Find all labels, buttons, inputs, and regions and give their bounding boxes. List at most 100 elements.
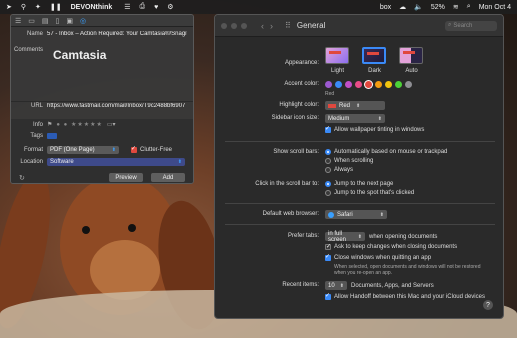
scroll-option-always[interactable]: Always [325,167,353,173]
settings-icon[interactable]: ◎ [80,17,86,25]
minimize-window-button[interactable] [231,22,237,29]
menubar-app-name[interactable]: DEVONthink [71,4,113,11]
print-icon[interactable]: ⎙ [140,3,146,11]
accent-color-swatch[interactable] [385,81,392,88]
grid-icon[interactable]: ⠿ [285,21,291,30]
add-button[interactable]: Add [151,173,185,182]
back-arrow-icon[interactable]: ‹ [261,21,264,31]
url-field[interactable]: https://www.fastmail.com/mail/Inbox/T9c2… [47,103,187,109]
tags-field[interactable] [47,133,57,139]
default-browser-popup[interactable]: Safari ⬍ [325,210,387,219]
search-input[interactable]: ⌕ Search [445,20,497,31]
radio-icon [325,167,331,173]
search-icon[interactable]: ⌕ [467,3,471,11]
appearance-auto-thumb[interactable] [399,47,423,64]
appearance-light-thumb[interactable] [325,47,349,64]
prefer-tabs-popup[interactable]: in full screen ⬍ [325,230,365,243]
checkbox-checked-icon [325,253,331,261]
highlight-color-popup[interactable]: Red ⬍ [325,101,385,110]
bookmark-icon[interactable]: ▭ [28,17,35,25]
scroll-option-auto-label: Automatically based on mouse or trackpad [334,149,448,155]
appearance-dark-label: Dark [368,68,381,74]
color-swatch-icon [328,103,336,108]
radio-icon [325,158,331,164]
highlight-row: Red ⬍ [325,101,389,110]
recent-items-row: 10 ⬍ Documents, Apps, and Servers [325,281,434,290]
gear-icon[interactable]: ⚙ [167,3,173,11]
sidebar-icon-size-popup[interactable]: Medium ⬍ [325,114,385,123]
accent-color-swatch[interactable] [345,81,352,88]
accent-swatches [325,81,415,88]
accent-color-swatch[interactable] [405,81,412,88]
accent-color-swatch[interactable] [365,81,372,88]
window-title: General [296,21,326,30]
accent-color-swatch[interactable] [325,81,332,88]
name-row: Name 57 - Inbox – Action Required: Your … [11,31,193,37]
cloud-icon[interactable]: ☁ [399,3,406,11]
accent-color-swatch[interactable] [335,81,342,88]
preview-button[interactable]: Preview [109,173,143,182]
document-icon[interactable]: ▤ [42,17,49,25]
scroll-option-auto[interactable]: Automatically based on mouse or trackpad [325,149,447,155]
flag-icon[interactable]: ⚑ [47,121,52,128]
label-dropdown[interactable]: ▭▾ [107,121,116,128]
search-placeholder: Search [453,22,473,29]
scroll-option-always-label: Always [334,167,354,173]
prefer-tabs-value: in full screen [328,230,347,243]
name-label: Name [26,31,43,37]
pin-icon[interactable]: ⚲ [21,3,26,11]
handoff-checkbox[interactable]: Allow Handoff between this Mac and your … [325,292,485,300]
wallpaper-tinting-checkbox[interactable]: Allow wallpaper tinting in windows [325,125,424,133]
comments-label: Comments [13,47,43,53]
chevron-down-icon: ⬍ [111,147,116,153]
appearance-dark-thumb[interactable] [362,47,386,64]
checkbox-checked-icon [131,145,137,153]
location-dropdown[interactable]: Software ⬍ [47,158,185,166]
comments-field[interactable]: Camtasia [53,48,106,62]
accent-color-swatch[interactable] [355,81,362,88]
close-windows-checkbox[interactable]: Close windows when quitting an app [325,253,432,261]
prefer-tabs-row: in full screen ⬍ when opening documents [325,230,437,243]
accent-color-swatch[interactable] [395,81,402,88]
click-option-spot[interactable]: Jump to the spot that's clicked [325,190,414,196]
divider [225,141,495,142]
rating-stars[interactable]: ● ● ★★★★★ [56,121,102,128]
volume-icon[interactable]: 🔈 [414,3,423,11]
forward-arrow-icon[interactable]: › [270,21,273,31]
accent-color-swatch[interactable] [375,81,382,88]
info-row: Info ⚑ ● ● ★★★★★ ▭▾ [11,121,193,129]
highlight-color-label: Highlight color: [279,102,319,108]
location-arrow-icon[interactable]: ➤ [6,3,12,11]
ask-keep-changes-checkbox[interactable]: Ask to keep changes when closing documen… [325,243,457,250]
click-option-next-page[interactable]: Jump to the next page [325,181,393,187]
list-icon[interactable]: ☰ [124,3,130,11]
close-window-button[interactable] [221,22,227,29]
sparkle-icon[interactable]: ✦ [35,3,41,11]
pause-icon[interactable]: ❚❚ [50,3,62,11]
battery-percent[interactable]: 52% [431,4,445,11]
default-browser-value: Safari [337,211,353,218]
zoom-window-button[interactable] [241,22,247,29]
heart-icon[interactable]: ♥ [154,4,158,11]
name-field[interactable]: 57 - Inbox – Action Required: Your Camta… [47,31,187,37]
help-button[interactable]: ? [483,300,493,310]
close-windows-note: When selected, open documents and window… [334,264,481,276]
recent-items-popup[interactable]: 10 ⬍ [325,281,347,290]
page-icon[interactable]: ▯ [56,17,60,25]
capture-icon[interactable]: ▣ [66,17,73,25]
sidebar-icon-size-label: Sidebar icon size: [271,115,319,121]
close-windows-label: Close windows when quitting an app [334,255,432,261]
list-view-icon[interactable]: ☰ [15,17,21,25]
checkbox-empty-icon [325,243,331,250]
wifi-icon[interactable]: ≋ [453,3,459,11]
clock[interactable]: Mon Oct 4 [479,4,511,11]
location-label: Location [20,159,43,165]
highlight-color-value: Red [339,102,351,109]
format-dropdown[interactable]: PDF (One Page) ⬍ [47,146,119,154]
box-status[interactable]: box [380,4,391,11]
clutter-free-checkbox[interactable]: Clutter-Free [131,145,172,153]
safari-icon [328,211,334,218]
scroll-bars-label: Show scroll bars: [273,149,319,155]
scroll-option-scrolling[interactable]: When scrolling [325,158,373,164]
location-row: Location Software ⬍ [11,158,193,166]
